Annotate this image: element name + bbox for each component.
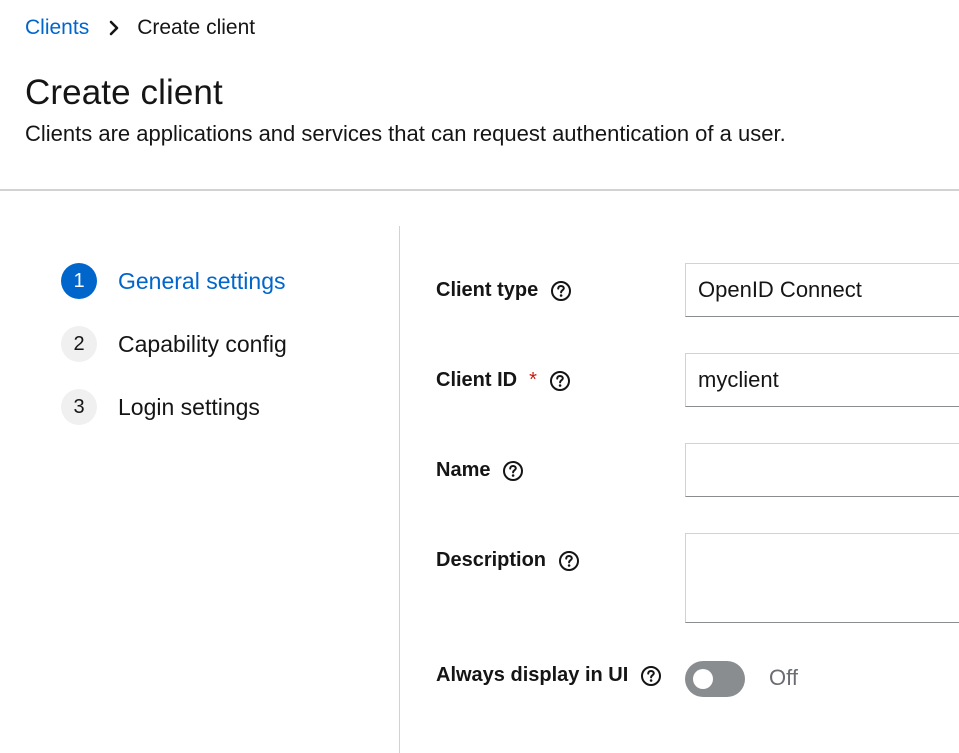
step-number: 2 [61, 326, 97, 362]
page-title: Create client [25, 73, 223, 112]
client-id-label: Client ID * [436, 369, 571, 392]
client-type-label: Client type [436, 279, 572, 302]
client-id-label-text: Client ID [436, 369, 518, 391]
step-number: 3 [61, 389, 97, 425]
name-label: Name [436, 459, 524, 482]
wizard-step-capability-config[interactable]: 2 Capability config [61, 326, 287, 362]
page-description: Clients are applications and services th… [25, 121, 786, 146]
breadcrumb-current: Create client [137, 16, 256, 39]
help-circle-icon[interactable] [549, 370, 571, 392]
name-input[interactable] [685, 443, 959, 497]
wizard-step-general-settings[interactable]: 1 General settings [61, 263, 285, 299]
required-indicator: * [529, 369, 537, 391]
description-label: Description [436, 549, 580, 572]
client-id-input[interactable] [685, 353, 959, 407]
help-circle-icon[interactable] [550, 280, 572, 302]
client-type-select[interactable] [685, 263, 959, 317]
toggle-state-text: Off [769, 665, 798, 690]
help-circle-icon[interactable] [640, 665, 662, 687]
step-label: Login settings [118, 393, 260, 420]
vertical-divider [399, 226, 400, 753]
always-display-label: Always display in UI [436, 664, 662, 687]
wizard-step-login-settings[interactable]: 3 Login settings [61, 389, 260, 425]
chevron-right-icon [103, 20, 125, 36]
toggle-knob [693, 669, 713, 689]
description-textarea[interactable] [685, 533, 959, 623]
help-circle-icon[interactable] [502, 460, 524, 482]
step-number: 1 [61, 263, 97, 299]
breadcrumb-clients-link[interactable]: Clients [25, 16, 89, 40]
description-label-text: Description [436, 549, 547, 571]
header-divider [0, 189, 959, 191]
name-label-text: Name [436, 459, 491, 481]
always-display-label-text: Always display in UI [436, 664, 629, 686]
client-type-label-text: Client type [436, 279, 539, 301]
breadcrumb: Clients Create client [25, 16, 255, 40]
always-display-toggle[interactable] [685, 661, 745, 697]
step-label: General settings [118, 267, 286, 294]
step-label: Capability config [118, 330, 287, 357]
help-circle-icon[interactable] [558, 550, 580, 572]
